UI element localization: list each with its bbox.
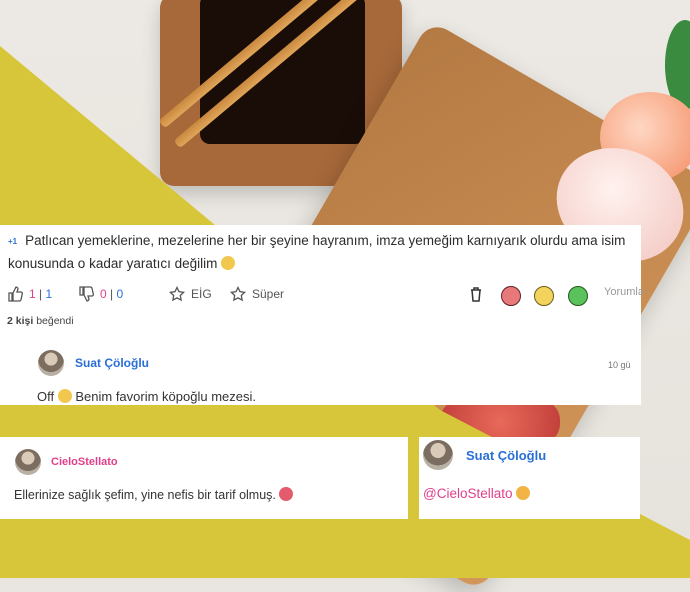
likes-suffix: beğendi <box>36 315 74 327</box>
comment-author[interactable]: CieloStellato <box>51 456 118 468</box>
comment-author[interactable]: Suat Çöloğlu <box>466 448 546 463</box>
comment-body: Patlıcan yemeklerine, mezelerine her bir… <box>8 233 626 271</box>
delete-button[interactable] <box>468 286 484 302</box>
reply-text: Off Benim favorim köpoğlu mezesi. <box>37 389 256 404</box>
pray-emoji <box>516 486 531 500</box>
super-label: Süper <box>252 287 285 301</box>
avatar[interactable] <box>423 440 453 470</box>
like-button[interactable]: 1 | 1 <box>7 286 52 302</box>
reply-time: 10 gü <box>608 360 631 370</box>
angry-face-icon[interactable] <box>501 286 521 306</box>
thumbs-down-icon <box>79 286 94 302</box>
star-icon <box>230 286 246 302</box>
plus-one-tag: +1 <box>8 237 18 246</box>
reply-link[interactable]: Yorumla <box>604 286 643 298</box>
mention-text[interactable]: @CieloStellato <box>423 486 531 501</box>
eig-button[interactable]: EİG <box>169 286 212 302</box>
dislike-count-a: 0 <box>100 287 107 301</box>
dislike-count-b: 0 <box>116 287 124 301</box>
thumbs-up-icon <box>8 286 23 302</box>
like-count-b: 1 <box>45 287 53 301</box>
avatar[interactable] <box>15 449 41 475</box>
like-sep: | <box>39 287 43 301</box>
reply-text-rest: Benim favorim köpoğlu mezesi. <box>75 389 256 404</box>
smile-face-icon[interactable] <box>568 286 588 306</box>
comment-text-body: Ellerinize sağlık şefim, yine nefis bir … <box>14 488 276 502</box>
reply-text-start: Off <box>37 389 55 404</box>
flower-emoji <box>279 487 294 501</box>
like-count-a: 1 <box>29 287 36 301</box>
reply-label: Yorumla <box>604 286 643 298</box>
likes-count: 2 kişi <box>7 315 34 327</box>
avatar[interactable] <box>38 350 64 376</box>
comment-actions: 1 | 1 0 | 0 EİG Süper Yorumla <box>7 286 643 308</box>
laughing-emoji <box>221 256 236 270</box>
comment-text: +1 Patlıcan yemeklerine, mezelerine her b… <box>8 230 628 275</box>
mention-handle: @CieloStellato <box>423 486 513 501</box>
eig-label: EİG <box>191 287 212 301</box>
reply-author[interactable]: Suat Çöloğlu <box>75 356 149 370</box>
dislike-button[interactable]: 0 | 0 <box>78 286 123 302</box>
comment-text: Ellerinize sağlık şefim, yine nefis bir … <box>14 487 294 502</box>
smirk-emoji <box>57 389 72 403</box>
likes-line: 2 kişi beğendi <box>7 315 74 327</box>
trash-icon <box>471 287 481 302</box>
dislike-sep: | <box>110 287 114 301</box>
neutral-face-icon[interactable] <box>534 286 554 306</box>
star-icon <box>169 286 185 302</box>
super-button[interactable]: Süper <box>230 286 284 302</box>
comment-card-left <box>0 437 408 519</box>
